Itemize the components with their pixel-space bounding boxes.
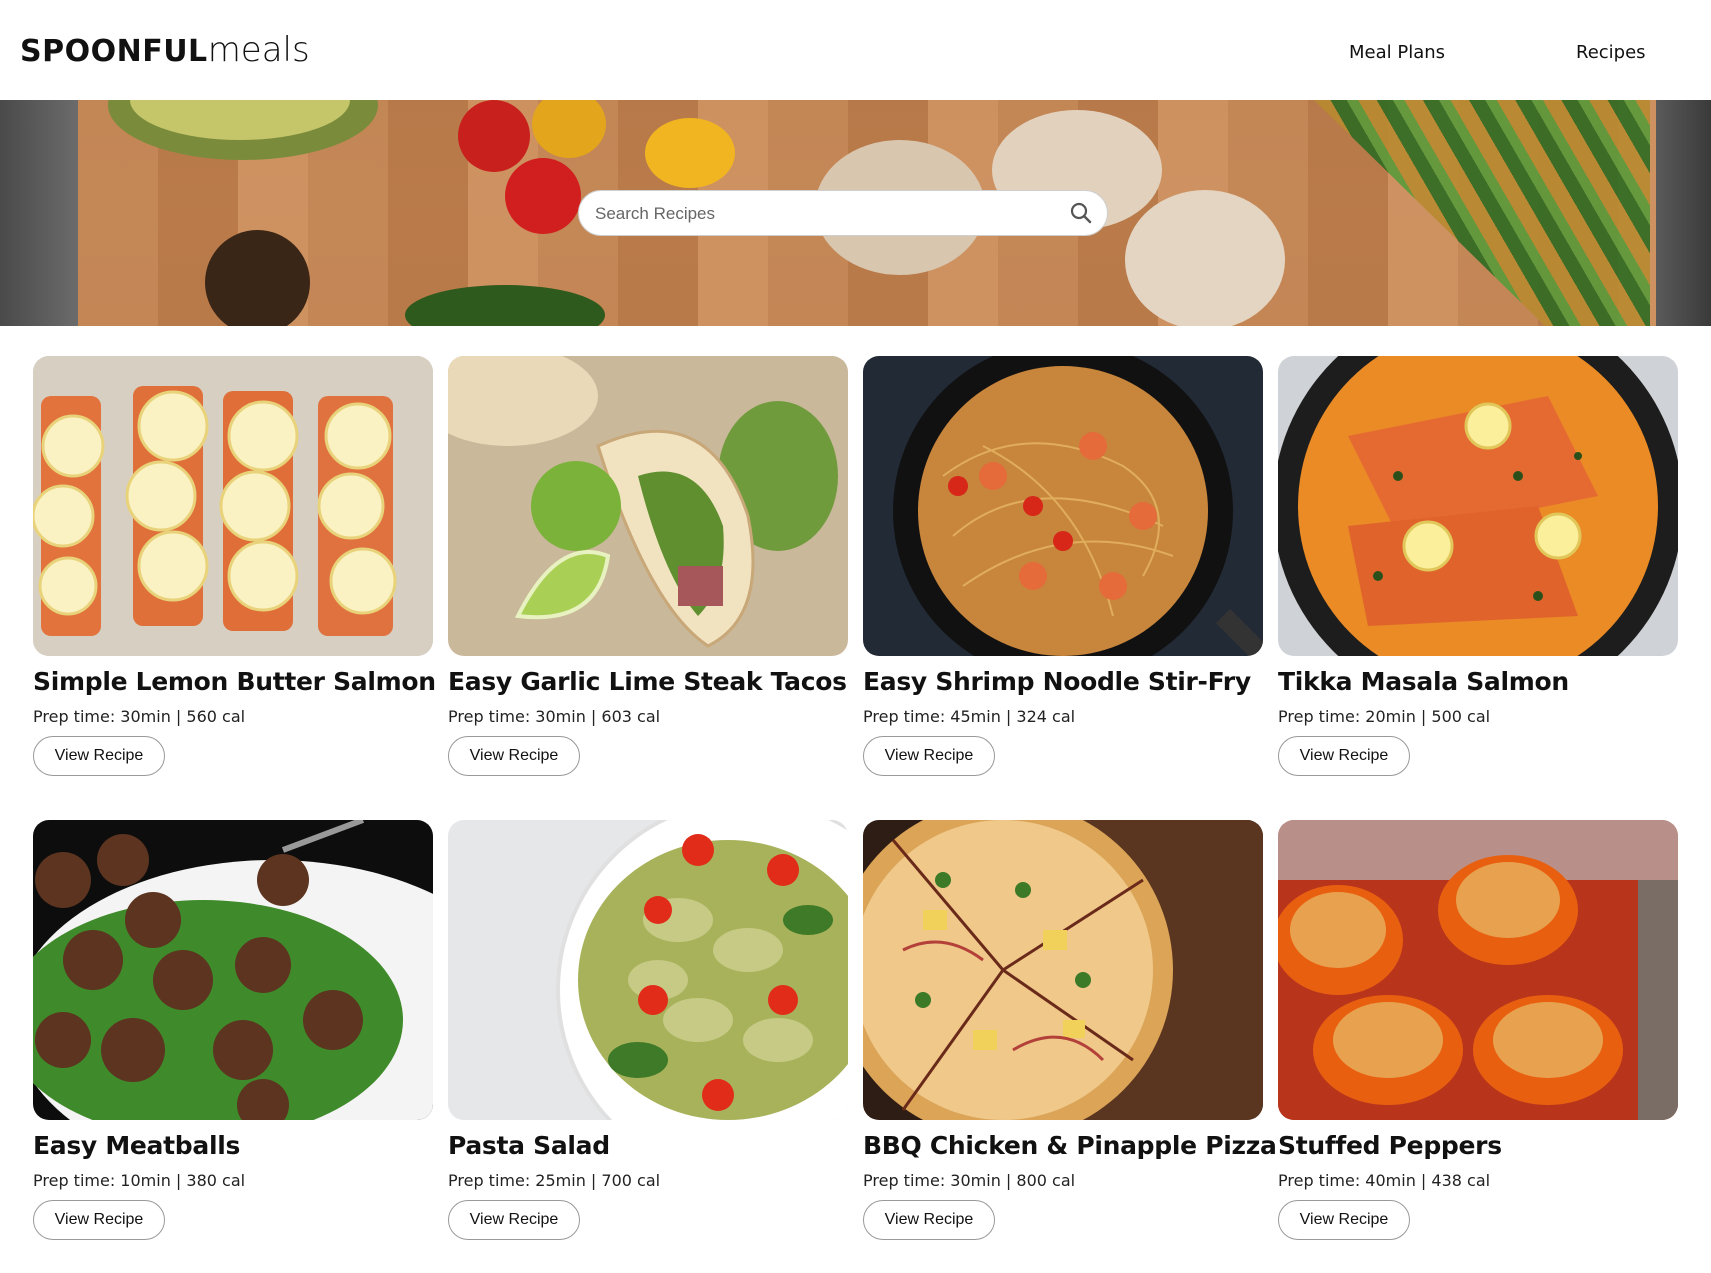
recipe-card: Easy Shrimp Noodle Stir-Fry Prep time: 4… (863, 356, 1263, 776)
recipe-meta: Prep time: 20min | 500 cal (1278, 707, 1491, 726)
hero-edge-right (1656, 100, 1711, 326)
site-header: SPOONFULmeals Meal Plans Recipes (0, 0, 1711, 100)
recipe-title[interactable]: Easy Garlic Lime Steak Tacos (448, 666, 848, 698)
recipe-title[interactable]: Tikka Masala Salmon (1278, 666, 1678, 698)
recipe-meta: Prep time: 40min | 438 cal (1278, 1171, 1491, 1190)
site-logo[interactable]: SPOONFULmeals (20, 28, 310, 74)
bbq-pizza-image (863, 820, 1263, 1120)
mushroom-decor (1125, 190, 1285, 326)
search-input[interactable] (593, 199, 1037, 229)
view-recipe-button[interactable]: View Recipe (863, 736, 995, 776)
recipe-title[interactable]: Easy Meatballs (33, 1130, 433, 1162)
view-recipe-button[interactable]: View Recipe (1278, 1200, 1410, 1240)
hero-edge-left (0, 100, 78, 326)
logo-light-text: meals (207, 30, 310, 70)
recipe-card: Simple Lemon Butter Salmon Prep time: 30… (33, 356, 436, 776)
recipe-title[interactable]: Stuffed Peppers (1278, 1130, 1678, 1162)
recipe-meta: Prep time: 30min | 560 cal (33, 707, 246, 726)
nav-recipes[interactable]: Recipes (1576, 42, 1646, 63)
board-hole-decor (205, 230, 310, 326)
recipe-title[interactable]: Easy Shrimp Noodle Stir-Fry (863, 666, 1263, 698)
recipe-meta: Prep time: 10min | 380 cal (33, 1171, 246, 1190)
view-recipe-button[interactable]: View Recipe (448, 736, 580, 776)
recipe-title[interactable]: Simple Lemon Butter Salmon (33, 666, 436, 698)
salmon-lemon-image (33, 356, 433, 656)
view-recipe-button[interactable]: View Recipe (863, 1200, 995, 1240)
recipe-image[interactable] (33, 356, 433, 656)
search-bar (578, 190, 1108, 236)
meatballs-image (33, 820, 433, 1120)
view-recipe-button[interactable]: View Recipe (33, 1200, 165, 1240)
recipe-meta: Prep time: 45min | 324 cal (863, 707, 1076, 726)
pepper-decor (645, 118, 735, 188)
stuffed-peppers-image (1278, 820, 1678, 1120)
tikka-salmon-image (1278, 356, 1678, 656)
logo-bold-text: SPOONFUL (20, 34, 208, 69)
recipe-image[interactable] (863, 820, 1263, 1120)
tomato-decor (458, 100, 530, 172)
view-recipe-button[interactable]: View Recipe (448, 1200, 580, 1240)
view-recipe-button[interactable]: View Recipe (33, 736, 165, 776)
recipe-image[interactable] (33, 820, 433, 1120)
recipe-card: Pasta Salad Prep time: 25min | 700 cal V… (448, 820, 848, 1240)
recipe-image[interactable] (448, 820, 848, 1120)
recipe-card: Stuffed Peppers Prep time: 40min | 438 c… (1278, 820, 1678, 1240)
recipe-meta: Prep time: 30min | 800 cal (863, 1171, 1076, 1190)
pasta-salad-image (448, 820, 848, 1120)
recipe-image[interactable] (1278, 356, 1678, 656)
nav-meal-plans[interactable]: Meal Plans (1349, 42, 1445, 63)
recipe-title[interactable]: Pasta Salad (448, 1130, 848, 1162)
recipe-image[interactable] (1278, 820, 1678, 1120)
recipe-card: Tikka Masala Salmon Prep time: 20min | 5… (1278, 356, 1678, 776)
recipe-title[interactable]: BBQ Chicken & Pinapple Pizza (863, 1130, 1277, 1162)
recipe-meta: Prep time: 25min | 700 cal (448, 1171, 661, 1190)
view-recipe-button[interactable]: View Recipe (1278, 736, 1410, 776)
tomato-decor (505, 158, 581, 234)
recipe-card: Easy Meatballs Prep time: 10min | 380 ca… (33, 820, 433, 1240)
recipe-card: Easy Garlic Lime Steak Tacos Prep time: … (448, 356, 848, 776)
recipe-image[interactable] (448, 356, 848, 656)
recipe-card: BBQ Chicken & Pinapple Pizza Prep time: … (863, 820, 1277, 1240)
steak-tacos-image (448, 356, 848, 656)
recipe-meta: Prep time: 30min | 603 cal (448, 707, 661, 726)
shrimp-noodle-image (863, 356, 1263, 656)
recipe-image[interactable] (863, 356, 1263, 656)
hero-banner (0, 100, 1711, 326)
search-icon[interactable] (1069, 201, 1093, 225)
